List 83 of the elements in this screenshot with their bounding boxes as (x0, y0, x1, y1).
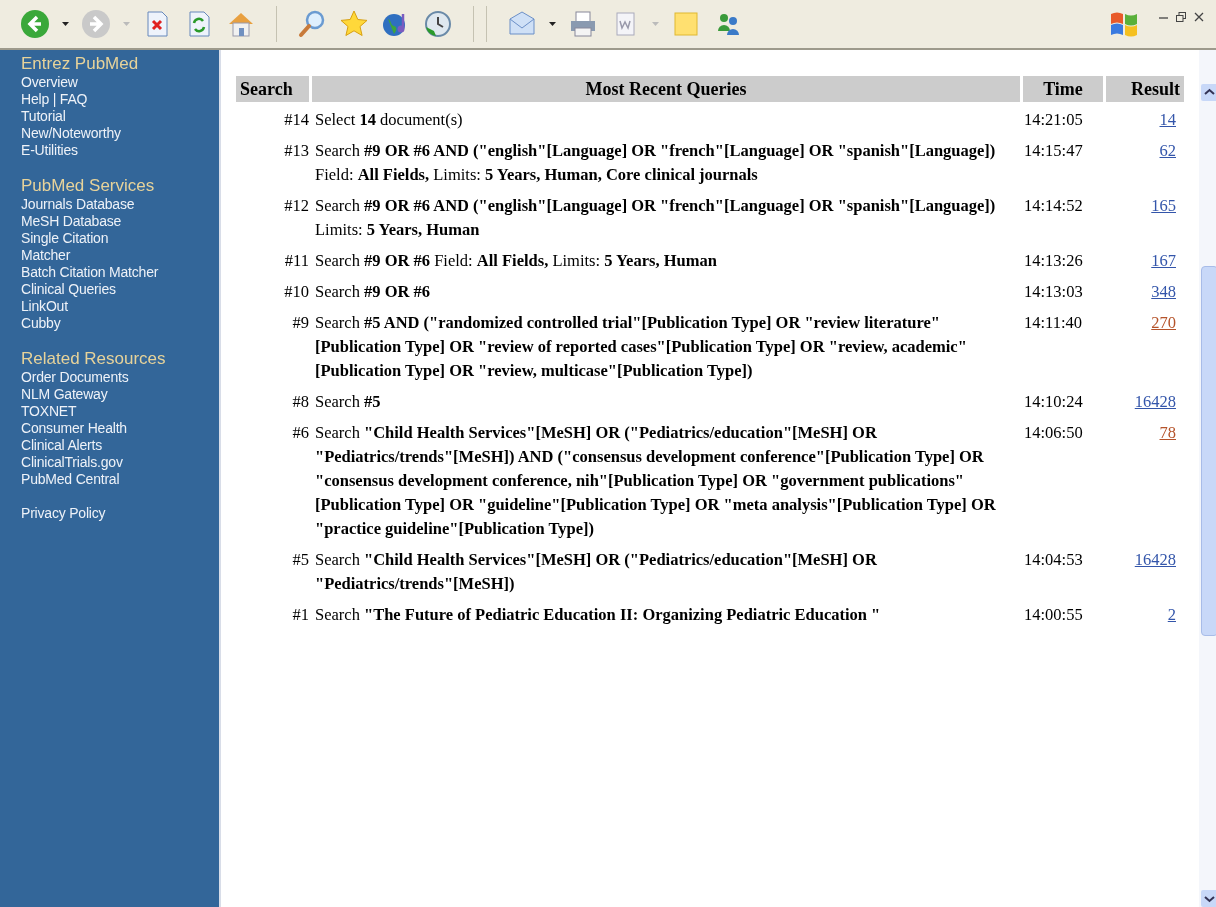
search-number: #5 (291, 549, 309, 571)
search-number: #1 (291, 604, 309, 626)
result-link[interactable]: 167 (1151, 251, 1176, 270)
history-icon[interactable] (423, 9, 453, 39)
sidebar-link[interactable]: MeSH Database (21, 213, 122, 229)
search-icon[interactable] (297, 9, 327, 39)
sidebar-link[interactable]: Clinical Alerts (21, 437, 103, 453)
restore-icon[interactable] (1176, 12, 1186, 22)
column-header: Most Recent Queries (312, 76, 1020, 102)
star-icon[interactable] (339, 9, 369, 39)
sidebar-link[interactable]: Journals Database (21, 196, 135, 212)
windows-logo-icon (1109, 10, 1139, 38)
query-text: Search "Child Health Services"[MeSH] OR ("Pediatrics/education"[MeSH] OR "Pediatrics/trends"[MeSH]) (314, 549, 878, 595)
sidebar-link[interactable]: PubMed Central (21, 471, 120, 487)
sidebar-heading: Entrez PubMed (21, 54, 140, 74)
query-time: 14:00:55 (1023, 604, 1084, 626)
query-text: Search "Child Health Services"[MeSH] OR ("Pediatrics/education"[MeSH] OR "Pediatrics/trends"[MeSH]) AND ("consensus development conference"[Publication Type] OR "consensus development conference, nih"[Publication Type] OR "government publications"[Publication Type] OR "guideline"[Publication Type] OR "meta analysis"[Publication Type] OR "practice guideline"[Publication Type]) (314, 422, 997, 540)
caret-icon[interactable] (62, 22, 69, 26)
sidebar-link[interactable]: Help | FAQ (21, 91, 88, 107)
sidebar-link[interactable]: Batch Citation Matcher (21, 264, 159, 280)
query-time: 14:21:05 (1023, 109, 1084, 131)
result-link[interactable]: 16428 (1134, 392, 1176, 411)
search-number: #14 (283, 109, 309, 131)
printer-icon[interactable] (568, 9, 598, 39)
sidebar-link[interactable]: LinkOut (21, 298, 68, 314)
query-text: Search "The Future of Pediatric Education II: Organizing Pediatric Education " (314, 604, 882, 626)
forward-icon[interactable] (81, 9, 111, 39)
sidebar-heading: Related Resources (21, 349, 167, 369)
scroll-up-icon[interactable] (1200, 84, 1216, 101)
sidebar-link[interactable]: New/Noteworthy (21, 125, 121, 141)
sidebar-link[interactable]: ClinicalTrials.gov (21, 454, 123, 470)
sidebar-link[interactable]: Overview (21, 74, 78, 90)
column-header: Result (1106, 76, 1184, 102)
sidebar-link[interactable]: TOXNET (21, 403, 77, 419)
query-time: 14:14:52 (1023, 195, 1084, 217)
sidebar-link[interactable]: Tutorial (21, 108, 66, 124)
sidebar-link[interactable]: Privacy Policy (21, 505, 106, 521)
query-text: Search #9 OR #6 Field: All Fields, Limits: 5 Years, Human (314, 250, 718, 272)
result-link[interactable]: 165 (1151, 196, 1176, 215)
search-number: #6 (291, 422, 309, 444)
search-number: #11 (283, 250, 309, 272)
search-number: #13 (283, 140, 309, 162)
search-number: #9 (291, 312, 309, 334)
sidebar-link[interactable]: Cubby (21, 315, 61, 331)
query-text: Search #9 OR #6 AND ("english"[Language] OR "french"[Language] OR "spanish"[Language]) Field: All Fields, Limits: 5 Years, Human, Core clinical journals (314, 140, 997, 186)
result-link[interactable]: 14 (1159, 110, 1176, 129)
query-time: 14:10:24 (1023, 391, 1084, 413)
query-text: Search #9 OR #6 AND ("english"[Language] OR "french"[Language] OR "spanish"[Language]) Limits: 5 Years, Human (314, 195, 997, 241)
result-link[interactable]: 16428 (1134, 550, 1176, 569)
query-time: 14:04:53 (1023, 549, 1084, 571)
result-link[interactable]: 348 (1151, 282, 1176, 301)
query-text: Search #5 AND ("randomized controlled trial"[Publication Type] OR "review literature"[Publication Type] OR "review of reported cases"[Publication Type] OR "review, academic"[Publication Type] OR "review, multicase"[Publication Type]) (314, 312, 968, 382)
caret-icon[interactable] (549, 22, 556, 26)
query-time: 14:06:50 (1023, 422, 1084, 444)
close-icon[interactable] (1194, 12, 1204, 22)
query-time: 14:11:40 (1023, 312, 1084, 334)
sidebar-link[interactable]: E-Utilities (21, 142, 78, 158)
search-number: #10 (283, 281, 309, 303)
scrollbar[interactable] (1199, 50, 1216, 907)
column-header: Time (1023, 76, 1103, 102)
scroll-thumb[interactable] (1200, 266, 1216, 636)
sidebar-link[interactable]: Clinical Queries (21, 281, 116, 297)
result-link[interactable]: 78 (1159, 423, 1176, 442)
sidebar-link[interactable]: Consumer Health (21, 420, 127, 436)
query-text: Search #5 (314, 391, 382, 413)
scroll-down-icon[interactable] (1200, 890, 1216, 907)
sidebar-heading: PubMed Services (21, 176, 156, 196)
search-number: #12 (283, 195, 309, 217)
sidebar-link[interactable]: Matcher (21, 247, 71, 263)
back-icon[interactable] (20, 9, 50, 39)
result-link[interactable]: 2 (1167, 605, 1176, 624)
sidebar-link[interactable]: Order Documents (21, 369, 129, 385)
column-header: Search (236, 76, 309, 102)
query-time: 14:13:26 (1023, 250, 1084, 272)
search-number: #8 (291, 391, 309, 413)
result-link[interactable]: 270 (1151, 313, 1176, 332)
query-time: 14:13:03 (1023, 281, 1084, 303)
sidebar-link[interactable]: Single Citation (21, 230, 109, 246)
query-time: 14:15:47 (1023, 140, 1084, 162)
query-text: Select 14 document(s) (314, 109, 464, 131)
result-link[interactable]: 62 (1159, 141, 1176, 160)
query-text: Search #9 OR #6 (314, 281, 432, 303)
sidebar-link[interactable]: NLM Gateway (21, 386, 108, 402)
